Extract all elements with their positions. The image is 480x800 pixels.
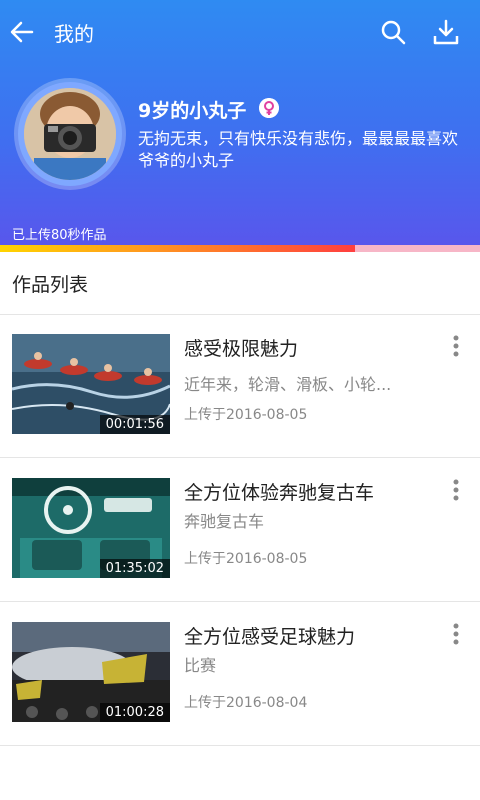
video-title[interactable]: 全方位体验奔驰复古车 — [184, 478, 374, 505]
more-options-icon[interactable] — [446, 478, 466, 504]
video-thumbnail[interactable]: 00:01:56 — [12, 334, 170, 434]
works-list: 00:01:56 感受极限魅力 近年来，轮滑、滑板、小轮... 上传于2016-… — [0, 314, 480, 746]
profile-header: 我的 9岁的小丸子 无拘无束，只有快乐没有悲伤，最最最最喜欢爷爷的小丸子 已上传… — [0, 0, 480, 252]
profile-name: 9岁的小丸子 — [138, 100, 247, 122]
list-item[interactable]: 00:01:56 感受极限魅力 近年来，轮滑、滑板、小轮... 上传于2016-… — [0, 314, 480, 458]
uploaded-status: 已上传80秒作品 — [12, 228, 107, 243]
top-bar: 我的 — [0, 0, 480, 64]
list-item[interactable]: 01:00:28 全方位感受足球魅力 比赛 上传于2016-08-04 — [0, 602, 480, 746]
avatar-image — [24, 88, 116, 180]
video-thumbnail[interactable]: 01:00:28 — [12, 622, 170, 722]
female-icon — [259, 98, 279, 118]
video-title[interactable]: 全方位感受足球魅力 — [184, 622, 355, 649]
video-description: 比赛 — [184, 656, 217, 675]
section-title: 作品列表 — [12, 274, 89, 296]
video-duration: 00:01:56 — [99, 415, 170, 434]
upload-progress-fill — [0, 245, 356, 252]
works-section-header: 作品列表 — [0, 252, 480, 315]
back-arrow-icon[interactable] — [8, 18, 36, 46]
upload-date: 上传于2016-08-05 — [184, 407, 308, 423]
search-icon[interactable] — [379, 18, 407, 46]
video-duration: 01:00:28 — [99, 703, 170, 722]
upload-date: 上传于2016-08-04 — [184, 695, 308, 711]
profile-bio: 无拘无束，只有快乐没有悲伤，最最最最喜欢爷爷的小丸子 — [138, 129, 459, 170]
video-duration: 01:35:02 — [99, 559, 170, 578]
page-title: 我的 — [54, 22, 94, 46]
more-options-icon[interactable] — [446, 334, 466, 360]
upload-progress-bar — [0, 245, 480, 252]
video-description: 近年来，轮滑、滑板、小轮... — [184, 375, 392, 394]
video-title[interactable]: 感受极限魅力 — [184, 334, 298, 361]
video-thumbnail[interactable]: 01:35:02 — [12, 478, 170, 578]
upload-date: 上传于2016-08-05 — [184, 551, 308, 567]
more-options-icon[interactable] — [446, 622, 466, 648]
download-icon[interactable] — [432, 18, 460, 46]
avatar[interactable] — [18, 82, 122, 186]
list-item[interactable]: 01:35:02 全方位体验奔驰复古车 奔驰复古车 上传于2016-08-05 — [0, 458, 480, 602]
video-description: 奔驰复古车 — [184, 512, 265, 531]
